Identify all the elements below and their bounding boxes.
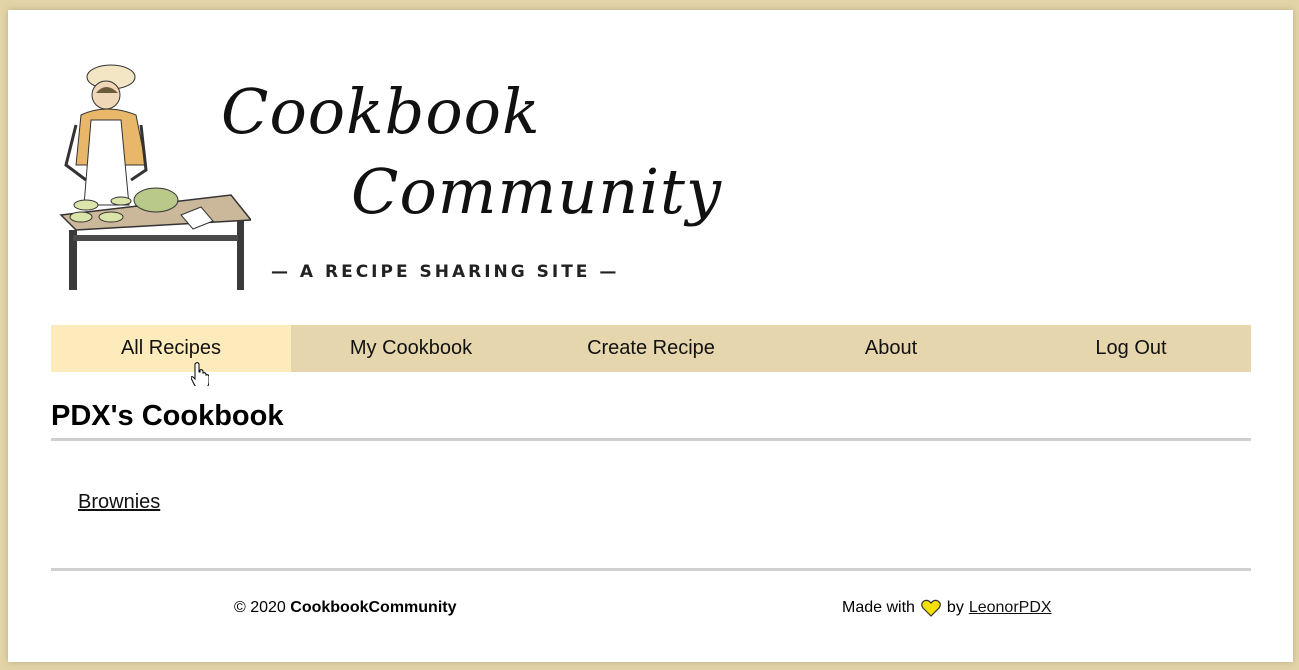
copyright-text: © 2020	[234, 599, 286, 616]
nav-create-recipe[interactable]: Create Recipe	[531, 325, 771, 372]
nav-about[interactable]: About	[771, 325, 1011, 372]
page-title: PDX's Cookbook	[51, 400, 284, 432]
site-logo[interactable]: Cookbook Community — A RECIPE SHARING SI…	[51, 55, 721, 305]
footer-divider	[51, 568, 1251, 571]
footer-site-name: CookbookCommunity	[290, 599, 457, 616]
made-with-text: Made with	[842, 599, 915, 616]
author-link[interactable]: LeonorPDX	[969, 599, 1052, 617]
hand-cursor-icon	[191, 362, 209, 386]
nav-my-cookbook[interactable]: My Cookbook	[291, 325, 531, 372]
recipe-link-brownies[interactable]: Brownies	[78, 491, 160, 514]
divider	[51, 438, 1251, 441]
logo-title-line2: Community	[351, 155, 722, 228]
main-nav: All Recipes My Cookbook Create Recipe Ab…	[51, 325, 1251, 372]
heart-icon	[921, 599, 941, 617]
logo-title-line1: Cookbook	[221, 75, 541, 148]
footer-copyright: © 2020 CookbookCommunity	[234, 599, 457, 617]
logo-tagline: — A RECIPE SHARING SITE —	[271, 262, 620, 282]
nav-log-out[interactable]: Log Out	[1011, 325, 1251, 372]
by-text: by	[946, 599, 964, 616]
footer-credit: Made with by LeonorPDX	[842, 599, 1052, 617]
nav-all-recipes[interactable]: All Recipes	[51, 325, 291, 372]
page-frame: Cookbook Community — A RECIPE SHARING SI…	[8, 10, 1293, 662]
